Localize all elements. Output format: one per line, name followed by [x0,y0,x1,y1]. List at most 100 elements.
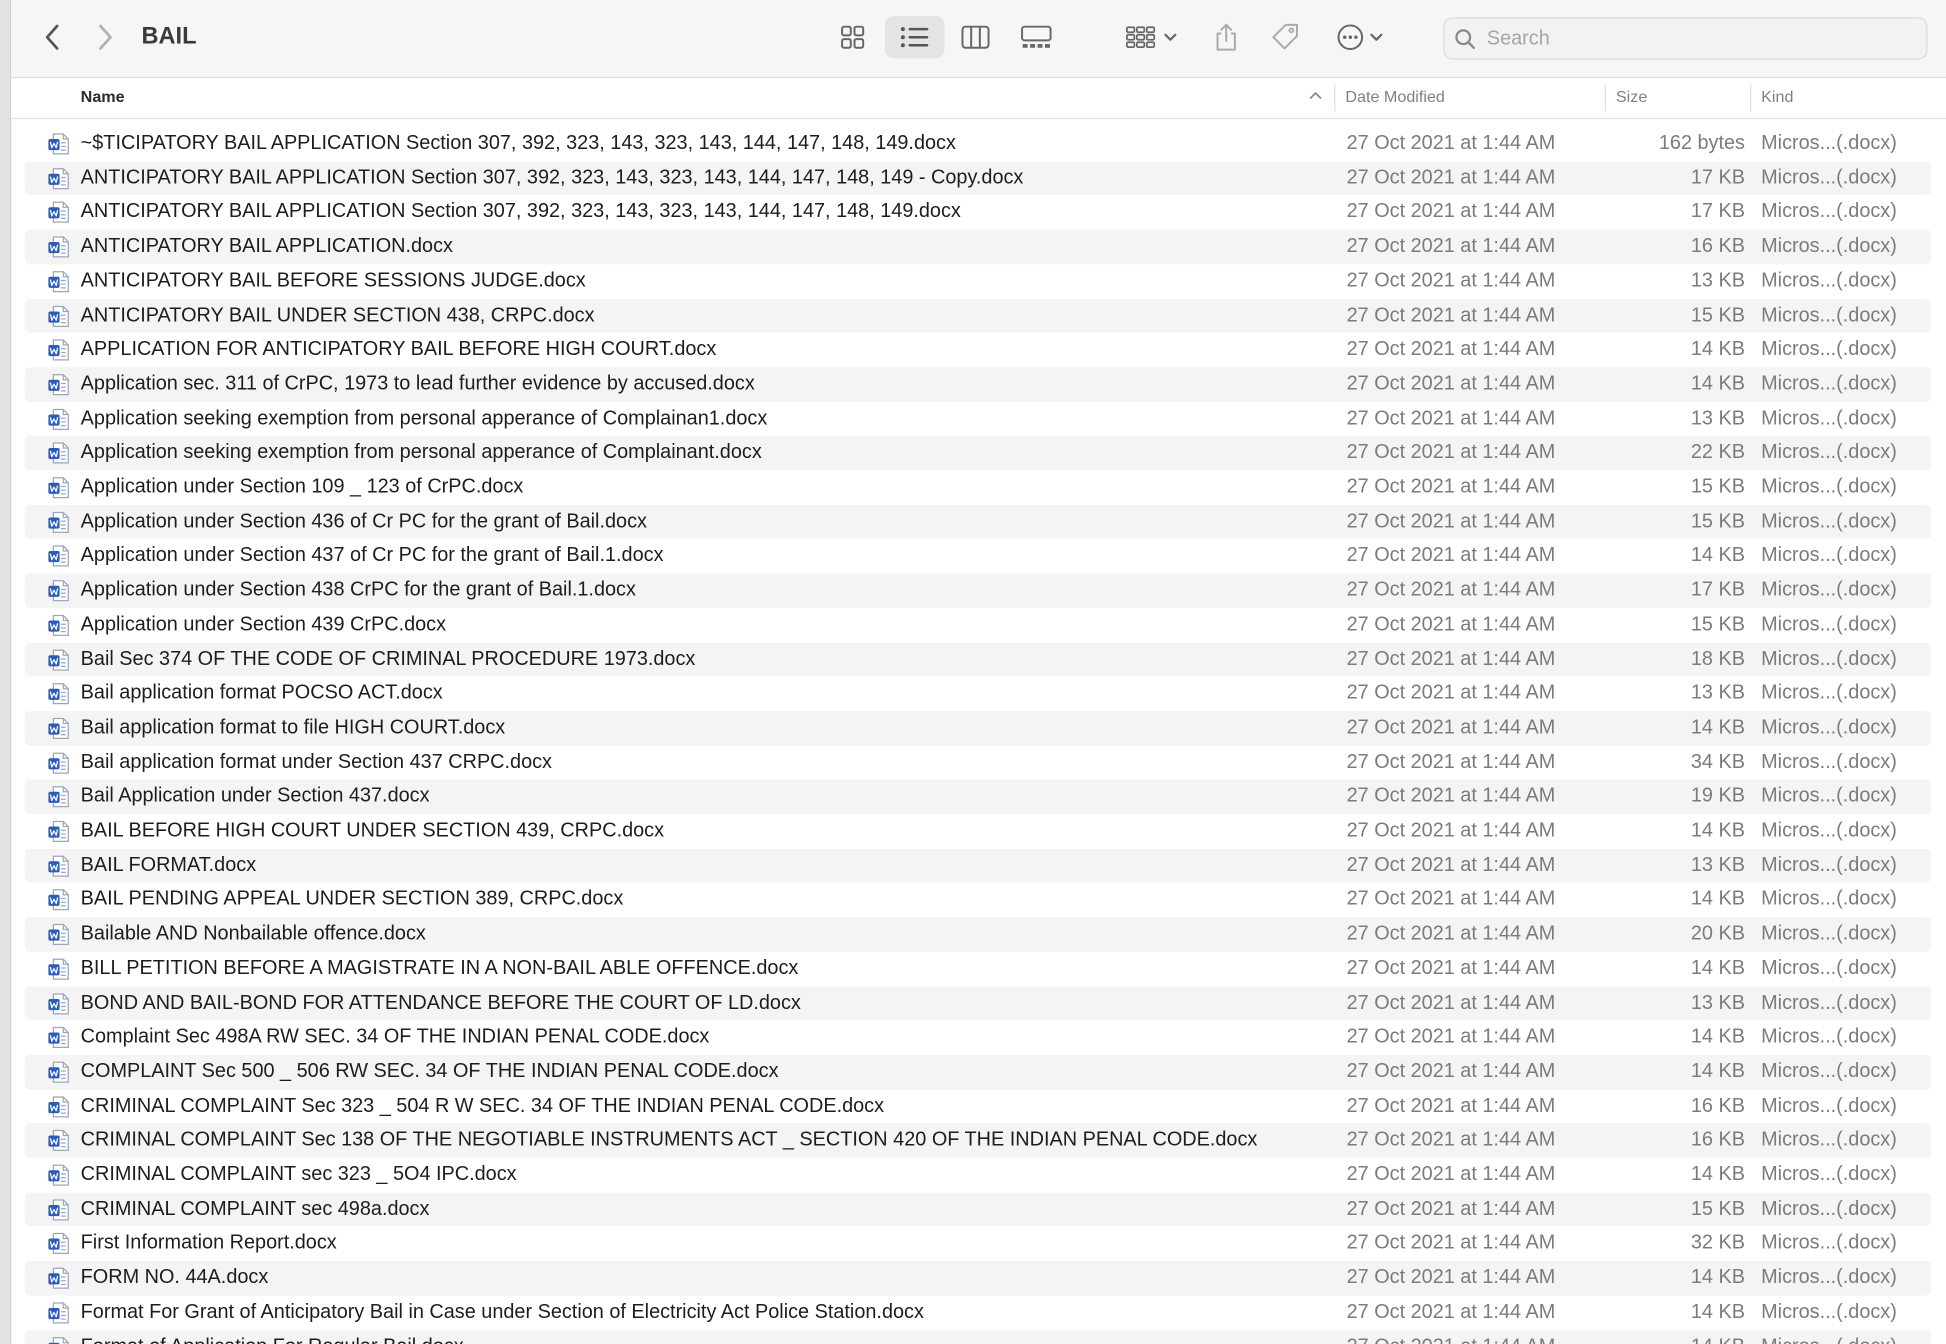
list-view-icon [900,27,929,48]
file-list: ~$TICIPATORY BAIL APPLICATION Section 30… [24,127,1932,1344]
file-row[interactable]: FORM NO. 44A.docx 27 Oct 2021 at 1:44 AM 1… [24,1260,1932,1296]
file-date-modified: 27 Oct 2021 at 1:44 AM [1346,992,1556,1014]
column-view-button[interactable] [951,16,1001,58]
share-button[interactable] [1205,16,1247,58]
file-name: BAIL PENDING APPEAL UNDER SECTION 389, C… [80,889,624,911]
search-input[interactable] [1484,23,1922,56]
file-row[interactable]: ANTICIPATORY BAIL APPLICATION Section 30… [24,160,1932,196]
file-size: 14 KB [1690,1060,1745,1083]
file-name: BILL PETITION BEFORE A MAGISTRATE IN A N… [80,957,799,979]
list-view-button[interactable] [884,16,945,59]
file-size: 14 KB [1690,545,1745,567]
file-name: CRIMINAL COMPLAINT sec 498a.docx [80,1198,430,1220]
size-column-header[interactable]: Size [1616,78,1647,118]
file-name: Complaint Sec 498A RW SEC. 34 OF THE IND… [80,1026,710,1048]
file-date-modified: 27 Oct 2021 at 1:44 AM [1346,1198,1556,1220]
file-row[interactable]: Bail Application under Section 437.docx 2… [24,779,1932,815]
file-row[interactable]: COMPLAINT Sec 500 _ 506 RW SEC. 34 OF TH… [24,1054,1932,1090]
column-separator[interactable] [1604,84,1606,112]
file-kind: Micros...(.docx) [1761,476,1897,498]
file-kind: Micros...(.docx) [1761,373,1897,395]
file-row[interactable]: ANTICIPATORY BAIL UNDER SECTION 438, CRP… [24,298,1932,333]
file-size: 15 KB [1690,510,1745,533]
file-row[interactable]: First Information Report.docx 27 Oct 2021… [25,1227,1931,1261]
file-kind: Micros...(.docx) [1761,1060,1897,1083]
file-kind: Micros...(.docx) [1761,1164,1897,1186]
file-row[interactable]: Application seeking exemption from perso… [24,435,1932,471]
gallery-view-button[interactable] [1011,16,1061,58]
file-row[interactable]: Application seeking exemption from perso… [25,402,1931,436]
file-row[interactable]: ANTICIPATORY BAIL BEFORE SESSIONS JUDGE.… [25,264,1931,298]
file-row[interactable]: ~$TICIPATORY BAIL APPLICATION Section 30… [25,127,1931,161]
file-date-modified: 27 Oct 2021 at 1:44 AM [1346,373,1556,395]
file-name: Bail application format under Section 43… [80,751,552,773]
file-size: 14 KB [1690,1267,1745,1289]
file-size: 15 KB [1690,476,1745,498]
chevron-left-icon [45,24,59,50]
file-row[interactable]: Bail application format POCSO ACT.docx 27… [25,677,1931,711]
file-date-modified: 27 Oct 2021 at 1:44 AM [1346,167,1556,189]
file-row[interactable]: Bailable AND Nonbailable offence.docx 27 … [24,917,1932,952]
file-kind: Micros...(.docx) [1761,510,1897,533]
file-size: 13 KB [1690,854,1745,876]
file-name: APPLICATION FOR ANTICIPATORY BAIL BEFORE… [80,339,717,361]
forward-button[interactable] [89,16,121,58]
file-date-modified: 27 Oct 2021 at 1:44 AM [1346,579,1556,601]
file-size: 15 KB [1690,1198,1745,1220]
file-kind: Micros...(.docx) [1761,1095,1897,1117]
file-date-modified: 27 Oct 2021 at 1:44 AM [1346,476,1556,498]
file-date-modified: 27 Oct 2021 at 1:44 AM [1346,614,1556,636]
file-row[interactable]: Application under Section 436 of Cr PC f… [24,504,1932,540]
file-name: Application seeking exemption from perso… [80,407,768,429]
file-size: 18 KB [1690,648,1745,670]
file-kind: Micros...(.docx) [1761,1026,1897,1048]
file-kind: Micros...(.docx) [1761,785,1897,808]
back-button[interactable] [36,16,68,58]
file-row[interactable]: CRIMINAL COMPLAINT sec 323 _ 5O4 IPC.doc… [25,1158,1931,1192]
file-row[interactable]: Application under Section 109 _ 123 of C… [25,470,1931,504]
file-size: 16 KB [1690,235,1745,258]
file-kind: Micros...(.docx) [1761,579,1897,601]
file-row[interactable]: BOND AND BAIL-BOND FOR ATTENDANCE BEFORE… [24,985,1932,1021]
group-by-button[interactable] [1121,16,1183,58]
file-row[interactable]: Bail application format under Section 43… [25,745,1931,779]
file-size: 14 KB [1690,1026,1745,1048]
column-separator[interactable] [1334,84,1336,112]
file-name: Application under Section 438 CrPC for t… [80,579,636,601]
file-row[interactable]: Application under Section 439 CrPC.docx 2… [25,608,1931,642]
file-kind: Micros...(.docx) [1761,751,1897,773]
file-kind: Micros...(.docx) [1761,235,1897,258]
file-row[interactable]: BAIL PENDING APPEAL UNDER SECTION 389, C… [25,883,1931,917]
icon-view-button[interactable] [828,16,878,58]
file-row[interactable]: Bail Sec 374 OF THE CODE OF CRIMINAL PRO… [24,642,1932,677]
name-column-header[interactable]: Name [81,78,125,118]
file-row[interactable]: CRIMINAL COMPLAINT Sec 138 OF THE NEGOTI… [24,1123,1932,1158]
column-separator[interactable] [1749,84,1752,112]
file-size: 19 KB [1690,785,1745,808]
file-row[interactable]: ANTICIPATORY BAIL APPLICATION Section 30… [25,195,1931,229]
column-header: Name Date Modified Size Kind [11,78,1946,120]
file-row[interactable]: BAIL BEFORE HIGH COURT UNDER SECTION 439… [25,814,1931,848]
kind-column-header[interactable]: Kind [1761,78,1793,118]
file-row[interactable]: Format For Grant of Anticipatory Bail in… [25,1295,1931,1329]
file-row[interactable]: Bail application format to file HIGH COU… [24,710,1932,746]
file-row[interactable]: Application sec. 311 of CrPC, 1973 to le… [24,367,1932,402]
file-row[interactable]: ANTICIPATORY BAIL APPLICATION.docx 27 Oct… [24,229,1932,265]
file-row[interactable]: CRIMINAL COMPLAINT sec 498a.docx 27 Oct 2… [24,1192,1932,1227]
file-size: 13 KB [1690,682,1745,704]
file-row[interactable]: Application under Section 438 CrPC for t… [24,573,1932,608]
tag-icon [1272,23,1298,50]
file-row[interactable]: CRIMINAL COMPLAINT Sec 323 _ 504 R W SEC… [25,1089,1931,1123]
file-kind: Micros...(.docx) [1761,614,1897,636]
file-row[interactable]: APPLICATION FOR ANTICIPATORY BAIL BEFORE… [25,333,1931,367]
more-actions-button[interactable] [1329,16,1391,58]
file-row[interactable]: Format of Application For Regular Bail.d… [24,1329,1932,1344]
search-field[interactable] [1443,17,1928,60]
date-modified-column-header[interactable]: Date Modified [1345,78,1445,118]
file-row[interactable]: BILL PETITION BEFORE A MAGISTRATE IN A N… [25,952,1931,986]
tags-button[interactable] [1265,16,1307,58]
file-row[interactable]: Application under Section 437 of Cr PC f… [25,539,1931,573]
file-row[interactable]: Complaint Sec 498A RW SEC. 34 OF THE IND… [25,1020,1931,1054]
file-row[interactable]: BAIL FORMAT.docx 27 Oct 2021 at 1:44 AM 13… [24,848,1932,883]
file-kind: Micros...(.docx) [1761,923,1897,945]
